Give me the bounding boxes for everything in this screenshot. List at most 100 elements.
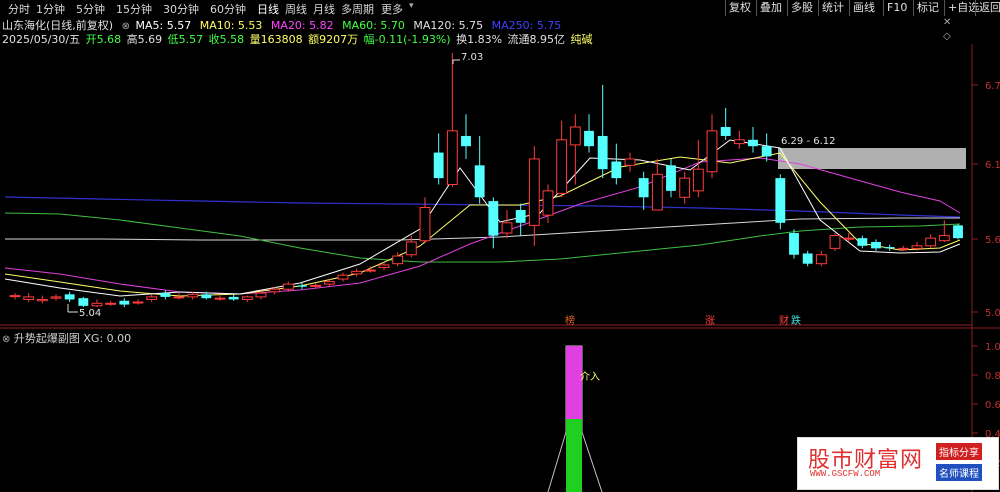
candle-body bbox=[638, 178, 649, 198]
candle bbox=[64, 291, 75, 303]
event-tag-limit-up[interactable]: 涨 bbox=[705, 315, 715, 327]
quote-float: 流通8.95亿 bbox=[507, 33, 566, 46]
candle bbox=[474, 135, 485, 204]
expand-icon[interactable]: ◇ bbox=[943, 31, 951, 42]
candle-body bbox=[597, 135, 608, 170]
quote-open: 开5.68 bbox=[85, 33, 122, 46]
candle bbox=[378, 262, 390, 271]
candle bbox=[446, 52, 458, 188]
candle bbox=[884, 244, 895, 251]
candle-body bbox=[720, 127, 731, 136]
candle bbox=[105, 300, 117, 306]
candle bbox=[843, 233, 855, 242]
price-tick-5.6: 5.6 bbox=[985, 235, 1000, 246]
ma120-line bbox=[5, 217, 960, 241]
candle-body bbox=[78, 298, 89, 306]
candle-body bbox=[706, 130, 718, 173]
close-icon[interactable]: ✕ bbox=[943, 17, 951, 28]
statistics-button[interactable]: 统计 bbox=[818, 0, 847, 16]
candle-body bbox=[9, 295, 21, 298]
candle bbox=[337, 272, 349, 282]
ma5-line bbox=[4, 139, 961, 297]
indicator-tick-1.0: 1.0 bbox=[985, 342, 1000, 353]
quote-low: 低5.57 bbox=[167, 33, 204, 46]
back-button[interactable]: 返回 bbox=[975, 0, 1000, 16]
candle-body bbox=[733, 139, 745, 145]
period-tab-30min[interactable]: 30分钟 bbox=[163, 1, 199, 17]
candle bbox=[515, 203, 526, 236]
candle-body bbox=[624, 158, 636, 166]
candle bbox=[624, 152, 636, 172]
candle-body bbox=[789, 233, 799, 255]
period-tab-timeshare[interactable]: 分时 bbox=[8, 1, 30, 17]
candle bbox=[501, 210, 513, 239]
draw-line-button[interactable]: 画线 bbox=[849, 0, 878, 16]
candle-body bbox=[815, 254, 827, 265]
candle-body bbox=[201, 294, 212, 299]
event-tag-drop[interactable]: 跌 bbox=[791, 314, 801, 327]
period-tab-weekly[interactable]: 周线 bbox=[285, 1, 307, 17]
period-tab-1min[interactable]: 1分钟 bbox=[36, 1, 65, 17]
candle-body bbox=[501, 222, 513, 234]
adjust-button[interactable]: 复权 bbox=[725, 0, 754, 16]
quote-date: 2025/05/30/五 bbox=[2, 33, 81, 46]
candle bbox=[160, 290, 171, 300]
candle-body bbox=[679, 177, 691, 198]
price-axis: 6.7 6.1 5.6 5.0 bbox=[972, 81, 1000, 319]
period-tab-multi[interactable]: 多周期 bbox=[341, 1, 374, 17]
candle bbox=[597, 84, 608, 179]
candle bbox=[405, 235, 417, 258]
candle bbox=[461, 114, 471, 159]
candle bbox=[528, 146, 540, 246]
candle-body bbox=[569, 126, 581, 146]
candle bbox=[364, 266, 376, 273]
mark-button[interactable]: 标记 bbox=[913, 0, 942, 16]
candle-body bbox=[897, 247, 909, 250]
candle bbox=[897, 245, 909, 251]
candle-body bbox=[871, 241, 881, 249]
ma250-line bbox=[4, 196, 961, 218]
candle bbox=[857, 235, 868, 249]
period-tab-5min[interactable]: 5分钟 bbox=[76, 1, 105, 17]
candle-body bbox=[528, 158, 540, 226]
candle-body bbox=[925, 237, 937, 247]
candle bbox=[310, 282, 322, 288]
period-tab-more[interactable]: 更多 bbox=[381, 1, 403, 17]
candle-body bbox=[461, 135, 471, 147]
indicator-settings-icon[interactable]: ⊗ bbox=[2, 334, 10, 345]
candle-body bbox=[953, 225, 963, 239]
watermark-banner: 股市财富网 WWW.GSCFW.COM 指标分享 名师课程 bbox=[797, 437, 999, 490]
period-tab-monthly[interactable]: 月线 bbox=[313, 1, 335, 17]
f10-button[interactable]: F10 bbox=[883, 0, 910, 16]
candle-body bbox=[419, 206, 431, 242]
period-tab-60min[interactable]: 60分钟 bbox=[210, 1, 246, 17]
indicator-tick-0.6: 0.6 bbox=[985, 400, 1000, 411]
candle-body bbox=[241, 296, 253, 300]
overlay-button[interactable]: 叠加 bbox=[756, 0, 785, 16]
event-tag-financial[interactable]: 财 bbox=[779, 314, 789, 327]
candle-body bbox=[269, 288, 281, 293]
sector-tag[interactable]: 纯碱 bbox=[571, 33, 593, 46]
period-tab-15min[interactable]: 15分钟 bbox=[116, 1, 152, 17]
high-marker-label: 7.03 bbox=[461, 52, 483, 63]
candle-body bbox=[214, 297, 226, 300]
candle bbox=[542, 184, 554, 223]
chevron-down-icon[interactable]: ▾ bbox=[409, 1, 414, 11]
watermark-tag-indicator: 指标分享 bbox=[936, 443, 982, 460]
candle bbox=[651, 158, 663, 211]
period-tab-daily[interactable]: 日线 bbox=[257, 1, 279, 17]
candle-body bbox=[310, 284, 322, 287]
candle bbox=[282, 281, 294, 292]
period-toolbar: 分时 1分钟 5分钟 15分钟 30分钟 60分钟 日线 周线 月线 多周期 更… bbox=[0, 0, 1000, 16]
candle-body bbox=[556, 139, 568, 194]
candle bbox=[953, 224, 963, 240]
candle bbox=[214, 295, 226, 301]
candle-body bbox=[297, 285, 307, 287]
event-tag-rank[interactable]: 榜 bbox=[565, 314, 575, 327]
candle bbox=[720, 107, 731, 140]
candle-body bbox=[323, 281, 335, 285]
multi-stock-button[interactable]: 多股 bbox=[787, 0, 816, 16]
candle bbox=[323, 279, 335, 287]
indicator-signal-lower-bar bbox=[566, 419, 582, 492]
candle-body bbox=[23, 296, 35, 300]
